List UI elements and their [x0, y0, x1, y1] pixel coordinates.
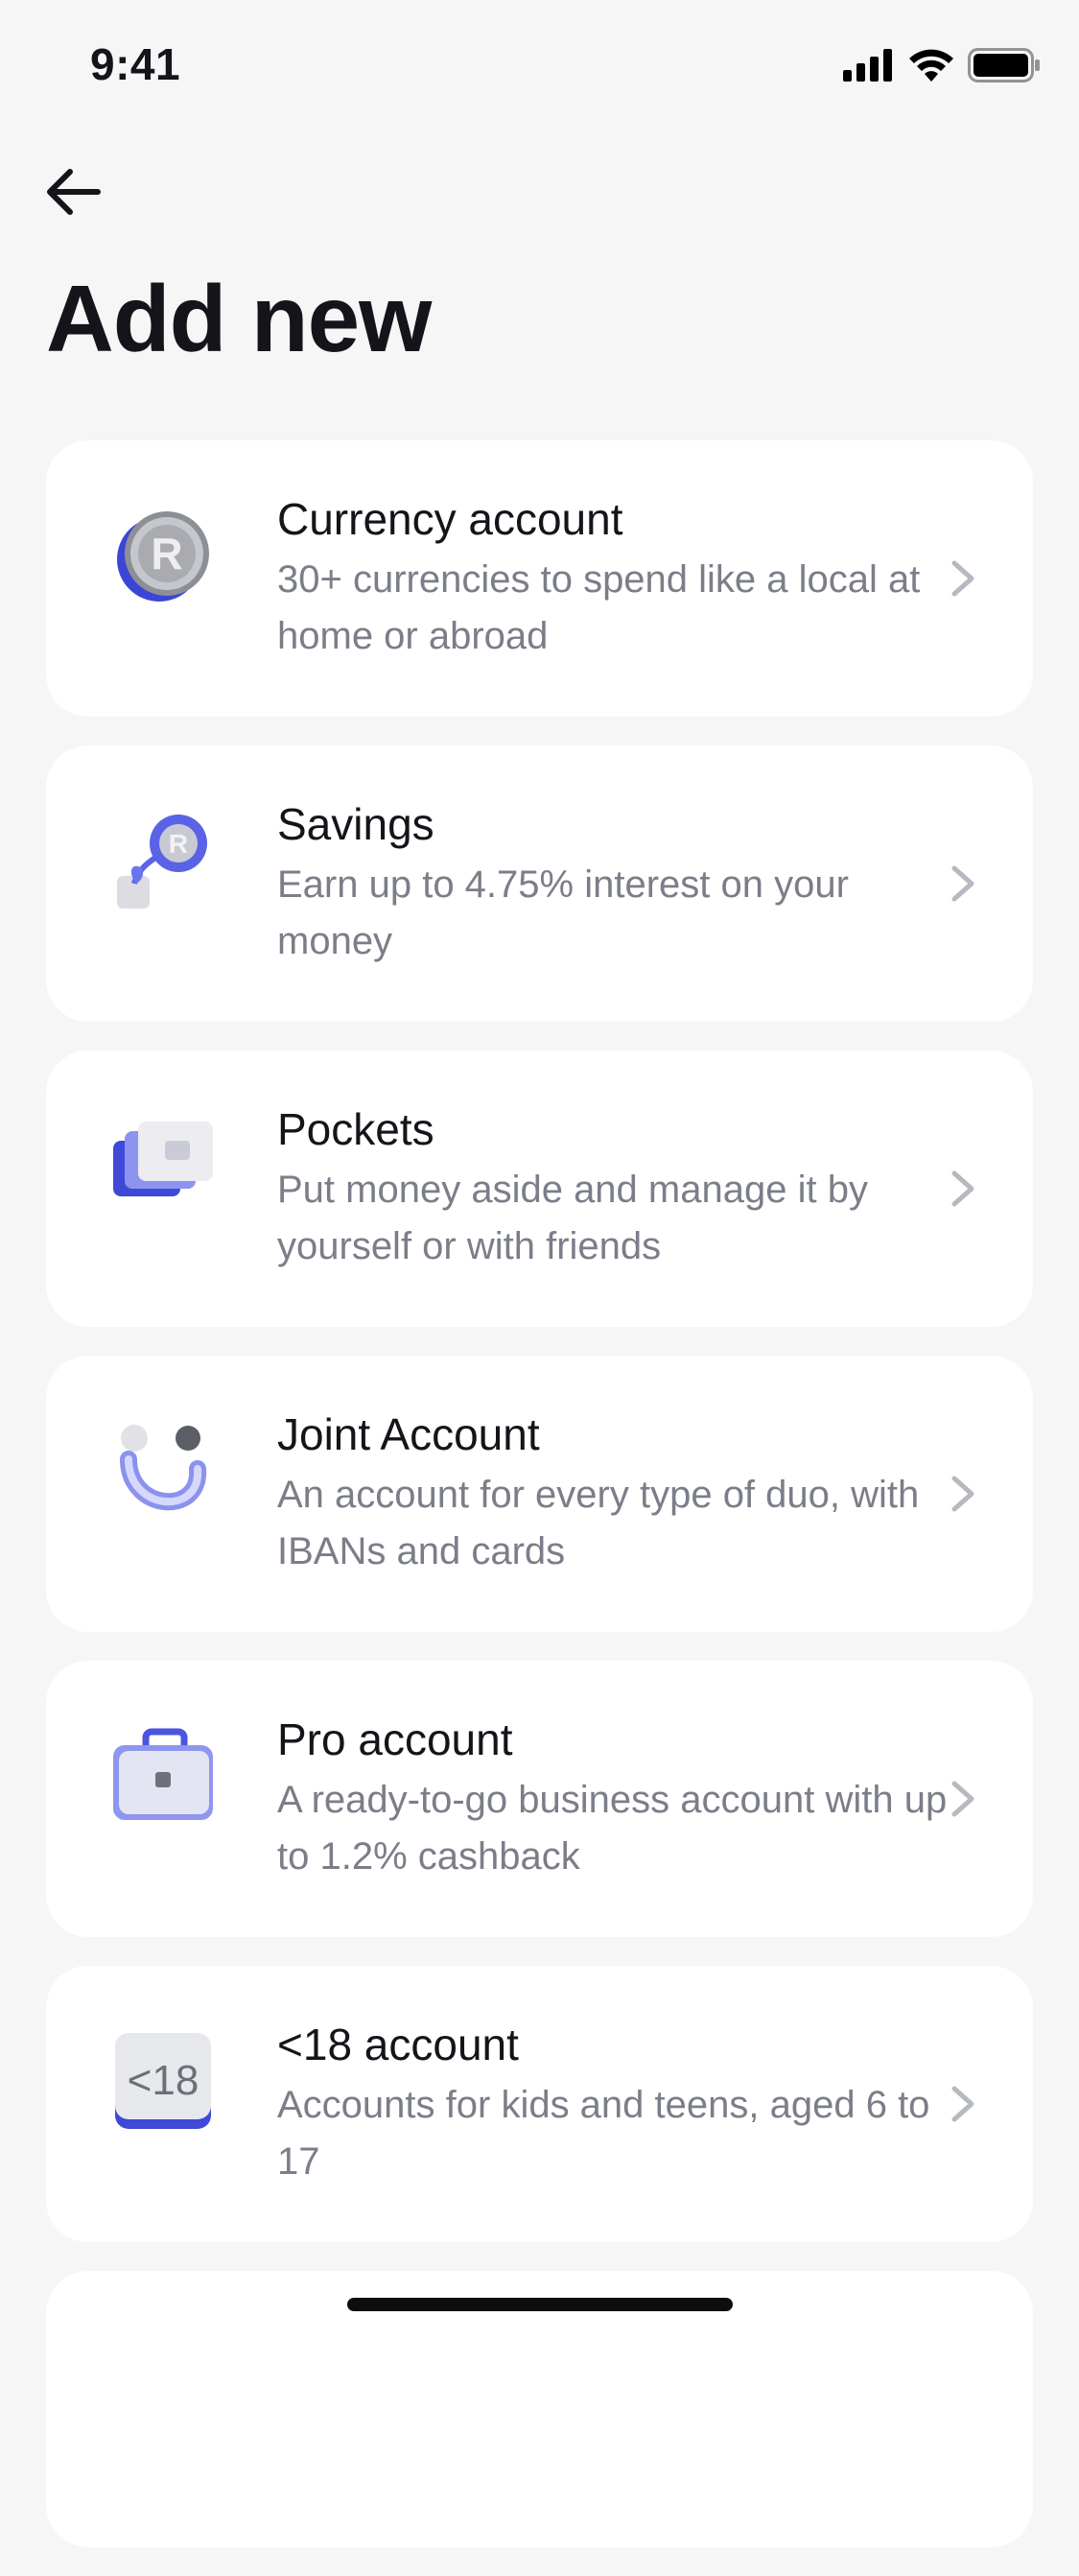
joint-account-card[interactable]: Joint Account An account for every type …: [46, 1356, 1033, 1632]
card-title: Pockets: [277, 1104, 434, 1154]
chevron-right-icon: [951, 560, 974, 597]
card-title: Pro account: [277, 1714, 513, 1764]
cellular-signal-icon: [843, 49, 892, 82]
pockets-card[interactable]: Pockets Put money aside and manage it by…: [46, 1051, 1033, 1327]
back-button[interactable]: [42, 161, 104, 223]
page-title: Add new: [46, 266, 432, 371]
account-type-list: R Currency account 30+ currencies to spe…: [46, 440, 1033, 2576]
card-title: Savings: [277, 799, 434, 849]
pro-account-card[interactable]: Pro account A ready-to-go business accou…: [46, 1661, 1033, 1937]
card-description: 30+ currencies to spend like a local at …: [277, 558, 921, 657]
next-account-card-partial[interactable]: [46, 2271, 1033, 2547]
svg-text:R: R: [151, 529, 182, 579]
chevron-right-icon: [951, 1781, 974, 1817]
joint-account-icon: [120, 1425, 207, 1511]
status-icons: [843, 48, 1041, 83]
under-18-account-card[interactable]: <18 <18 account Accounts for kids and te…: [46, 1966, 1033, 2242]
status-bar: 9:41: [0, 0, 1079, 130]
svg-text:R: R: [169, 829, 188, 859]
chevron-right-icon: [951, 1476, 974, 1512]
savings-plant-icon: R: [117, 815, 207, 909]
back-arrow-icon: [47, 169, 101, 215]
status-time: 9:41: [90, 39, 181, 89]
card-description: Accounts for kids and teens, aged 6 to 1…: [277, 2084, 930, 2183]
savings-card[interactable]: R Savings Earn up to 4.75% interest on y…: [46, 745, 1033, 1022]
card-description: A ready-to-go business account with up t…: [277, 1779, 948, 1878]
card-description: An account for every type of duo, with I…: [277, 1474, 920, 1572]
wifi-icon: [909, 49, 953, 82]
chevron-right-icon: [951, 2086, 974, 2122]
currency-coin-icon: R: [117, 511, 209, 602]
card-description: Put money aside and manage it by yoursel…: [277, 1169, 868, 1267]
svg-text:<18: <18: [128, 2057, 199, 2104]
chevron-right-icon: [951, 865, 974, 902]
home-indicator[interactable]: [347, 2298, 733, 2311]
briefcase-icon: [113, 1728, 213, 1820]
under-18-badge-icon: <18: [115, 2033, 211, 2129]
chevron-right-icon: [951, 1170, 974, 1207]
pockets-wallet-icon: [113, 1122, 213, 1196]
card-title: Currency account: [277, 494, 623, 544]
card-title: Joint Account: [277, 1409, 540, 1459]
card-description: Earn up to 4.75% interest on your money: [277, 863, 849, 962]
currency-account-card[interactable]: R Currency account 30+ currencies to spe…: [46, 440, 1033, 717]
card-title: <18 account: [277, 2020, 519, 2069]
battery-icon: [968, 48, 1040, 83]
